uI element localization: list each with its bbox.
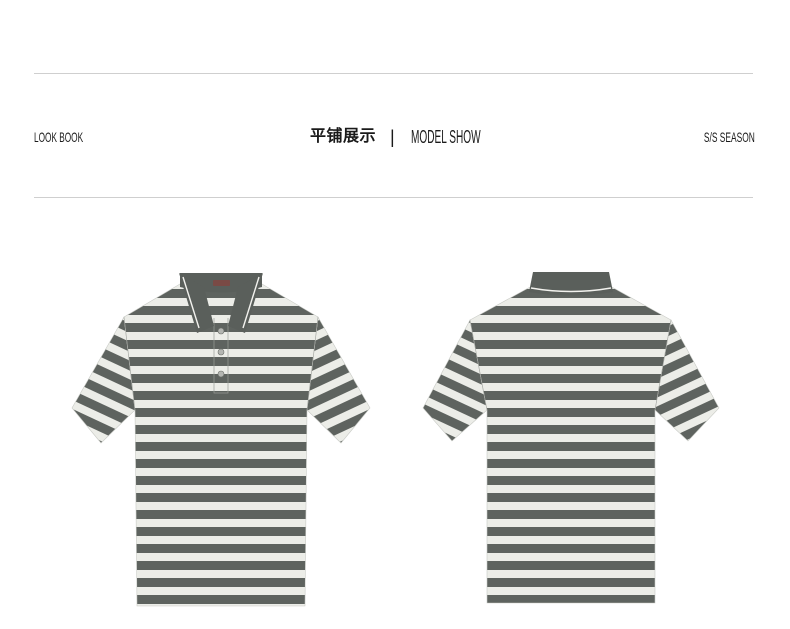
- lookbook-label: LOOK BOOK: [34, 129, 84, 145]
- season-label: S/S SEASON: [704, 129, 755, 145]
- placket-button: [217, 348, 225, 356]
- brand-label: [213, 280, 230, 286]
- polo-front-image: [71, 273, 371, 607]
- back-torso: [469, 285, 672, 604]
- placket-button: [217, 327, 225, 335]
- title-separator: |: [390, 127, 395, 147]
- polo-back-image: [422, 272, 720, 604]
- model-show-title: MODEL SHOW: [411, 127, 481, 147]
- top-divider: [34, 73, 753, 74]
- flat-lay-title: 平铺展示: [310, 128, 377, 145]
- front-right-sleeve: [306, 316, 371, 444]
- placket-button: [217, 370, 225, 378]
- front-left-sleeve: [71, 316, 136, 444]
- product-images: [71, 272, 720, 607]
- bottom-divider: [34, 197, 753, 198]
